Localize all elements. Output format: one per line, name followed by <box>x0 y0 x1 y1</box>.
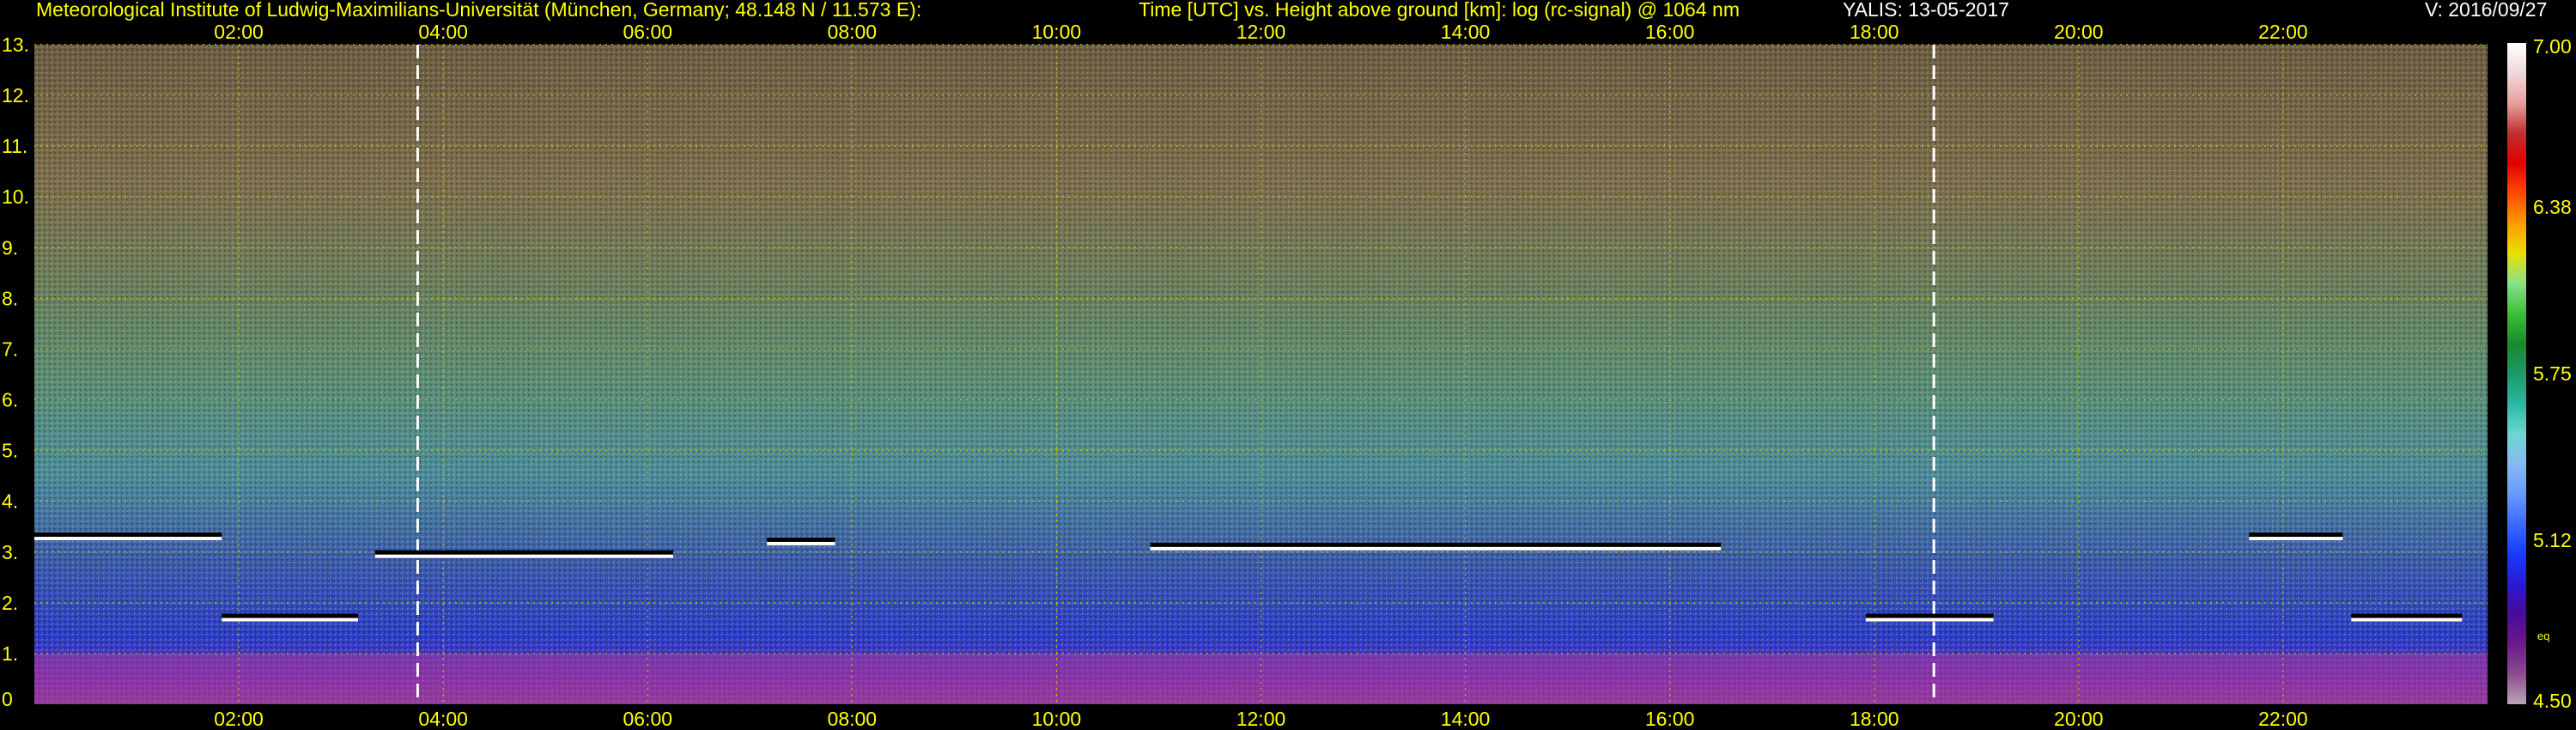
x-tick-label-bottom: 10:00 <box>1032 708 1082 730</box>
x-tick-label-bottom: 04:00 <box>418 708 468 730</box>
cloud-base <box>1865 617 1994 622</box>
chart-title: Time [UTC] vs. Height above ground [km]:… <box>1139 0 1740 21</box>
instrument-date: YALIS: 13-05-2017 <box>1843 0 2009 21</box>
colorbar-gradient <box>2507 43 2526 704</box>
x-tick-label-bottom: 12:00 <box>1236 708 1286 730</box>
y-tick-label: 7. <box>2 338 18 360</box>
cloud-base <box>2351 617 2463 622</box>
x-tick-label-bottom: 22:00 <box>2258 708 2308 730</box>
y-tick-label: 13. <box>2 33 29 56</box>
x-tick-label-bottom: 08:00 <box>828 708 878 730</box>
institute-header: Meteorological Institute of Ludwig-Maxim… <box>36 0 922 21</box>
y-tick-label: 0 <box>2 688 13 710</box>
y-tick-label: 6. <box>2 389 18 411</box>
version-label: V: 2016/09/27 <box>2425 0 2548 21</box>
y-tick-label: 3. <box>2 541 18 563</box>
cloud-base <box>2249 537 2343 541</box>
cloud-base <box>222 617 358 622</box>
x-tick-label-bottom: 18:00 <box>1850 708 1899 730</box>
boundary-layer <box>34 653 2488 704</box>
colorbar-tick-label: 6.38 <box>2533 196 2572 218</box>
x-tick-label-bottom: 20:00 <box>2054 708 2104 730</box>
cloud-base <box>34 537 222 541</box>
lidar-chart: 02:00 02:00 04:00 04:00 06:00 06:00 08:00 08:00… <box>2 21 2572 730</box>
x-tick-label-top: 14:00 <box>1441 21 1491 43</box>
cloud-base <box>1150 546 1722 551</box>
x-tick-label-bottom: 06:00 <box>623 708 672 730</box>
x-tick-label-top: 20:00 <box>2054 21 2104 43</box>
x-tick-label-top: 04:00 <box>418 21 468 43</box>
y-axis-ticks: 0 1. 2. 3. 4. 5. 6. 7. 8. 9. 10. 11. 12. 13. <box>2 33 29 710</box>
x-tick-label-top: 18:00 <box>1850 21 1899 43</box>
cloud-base <box>374 554 674 558</box>
colorbar-tick-label: 4.50 <box>2533 690 2572 712</box>
x-tick-label-bottom: 16:00 <box>1645 708 1695 730</box>
x-tick-label-bottom: 02:00 <box>214 708 264 730</box>
colorbar-unit-label: eq <box>2537 630 2549 642</box>
y-tick-label: 5. <box>2 440 18 462</box>
x-tick-label-top: 02:00 <box>214 21 264 43</box>
y-tick-label: 1. <box>2 642 18 665</box>
x-tick-label-top: 06:00 <box>623 21 672 43</box>
colorbar-tick-label: 7.00 <box>2533 35 2572 58</box>
x-tick-label-bottom: 14:00 <box>1441 708 1491 730</box>
y-tick-label: 10. <box>2 186 29 208</box>
x-tick-label-top: 08:00 <box>828 21 878 43</box>
colorbar-tick-label: 5.12 <box>2533 529 2572 551</box>
x-tick-label-top: 22:00 <box>2258 21 2308 43</box>
y-tick-label: 12. <box>2 84 29 106</box>
x-tick-label-top: 10:00 <box>1032 21 1082 43</box>
y-tick-label: 8. <box>2 287 18 309</box>
x-tick-label-top: 16:00 <box>1645 21 1695 43</box>
y-tick-label: 4. <box>2 490 18 513</box>
colorbar: 7.00 6.38 5.75 5.12 4.50 eq <box>2507 35 2572 712</box>
y-tick-label: 11. <box>2 135 27 157</box>
colorbar-tick-label: 5.75 <box>2533 362 2572 385</box>
cloud-base <box>767 541 835 545</box>
y-tick-label: 9. <box>2 236 18 259</box>
y-tick-label: 2. <box>2 592 18 614</box>
x-tick-label-top: 12:00 <box>1236 21 1286 43</box>
